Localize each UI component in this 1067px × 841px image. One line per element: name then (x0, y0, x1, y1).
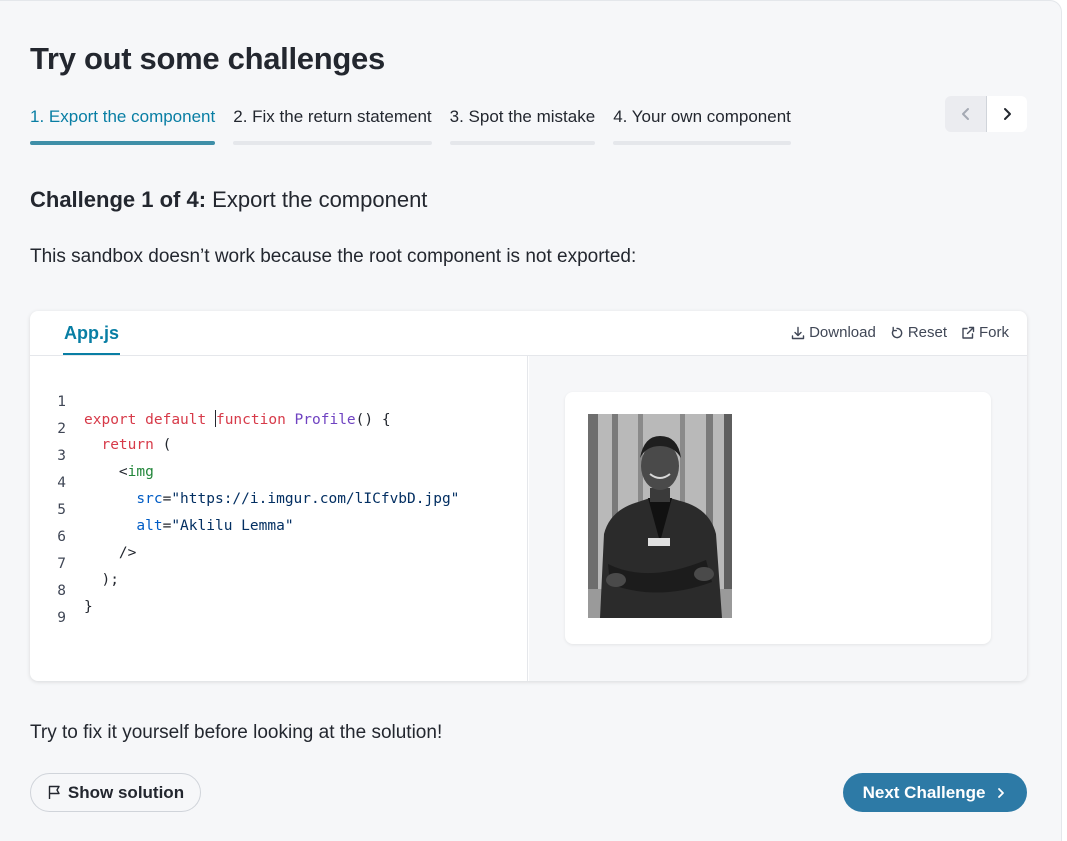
hint-text: Try to fix it yourself before looking at… (30, 722, 443, 743)
challenge-heading: Challenge 1 of 4: Export the component (30, 187, 427, 213)
reset-icon (891, 326, 903, 338)
page-title: Try out some challenges (30, 41, 385, 76)
sandbox-actions: Download Reset Fork (791, 324, 1009, 341)
tab-indicator (613, 141, 791, 145)
next-challenge-button[interactable]: Next Challenge (843, 773, 1027, 812)
download-icon (791, 326, 805, 339)
file-tab-indicator (63, 353, 121, 355)
download-button[interactable]: Download (791, 324, 876, 341)
fork-button[interactable]: Fork (961, 324, 1009, 341)
next-challenge-arrow-button[interactable] (986, 96, 1027, 132)
challenge-name: Export the component (212, 187, 428, 212)
code-line: 1 export default function Profile() { (30, 378, 390, 428)
challenges-card: Try out some challenges 1. Export the co… (0, 0, 1062, 841)
line-number: 9 (57, 610, 66, 626)
code-line: 9 (30, 594, 100, 626)
chevron-right-icon (998, 787, 1005, 798)
tab-fix-return[interactable]: 2. Fix the return statement (233, 105, 432, 147)
reset-button[interactable]: Reset (890, 324, 947, 341)
challenge-tabs: 1. Export the component 2. Fix the retur… (30, 105, 791, 147)
code-line: 2 return ( (30, 405, 171, 453)
tab-indicator (449, 141, 596, 145)
file-tab-app-js[interactable]: App.js (63, 323, 121, 355)
reset-label: Reset (907, 324, 947, 341)
code-line: 5 alt="Aklilu Lemma" (30, 486, 293, 534)
chevron-right-icon (1004, 108, 1011, 120)
tab-indicator (233, 141, 432, 145)
tab-export-component[interactable]: 1. Export the component (30, 105, 216, 147)
file-tab-label: App.js (64, 323, 120, 343)
code-line: 8 } (30, 567, 100, 615)
fork-label: Fork (979, 324, 1009, 341)
show-solution-label: Show solution (67, 782, 185, 802)
preview-pane (529, 356, 1027, 681)
flag-icon (48, 785, 60, 799)
tab-indicator (30, 141, 216, 145)
code-line: 6 /> (30, 513, 136, 561)
code-line: 3 <img (30, 432, 154, 480)
code-editor[interactable]: 1 export default function Profile() { 2 … (30, 356, 528, 681)
tab-label: 4. Your own component (613, 107, 791, 126)
preview-frame (565, 392, 991, 644)
next-challenge-label: Next Challenge (862, 782, 986, 802)
sandbox-header: App.js Download Reset Fork (30, 311, 1027, 356)
challenge-counter: Challenge 1 of 4: (30, 187, 207, 212)
external-link-icon (962, 326, 975, 339)
tab-label: 3. Spot the mistake (449, 107, 596, 126)
show-solution-button[interactable]: Show solution (30, 773, 201, 812)
challenge-description: This sandbox doesn’t work because the ro… (30, 246, 637, 267)
challenge-pager (945, 96, 1027, 132)
tab-label: 1. Export the component (30, 107, 216, 126)
chevron-left-icon (961, 108, 969, 120)
download-label: Download (809, 324, 876, 341)
code-sandbox: App.js Download Reset Fork 1 export defa… (30, 311, 1027, 681)
tab-label: 2. Fix the return statement (233, 107, 432, 126)
profile-photo (588, 414, 732, 618)
tab-spot-mistake[interactable]: 3. Spot the mistake (449, 105, 596, 147)
code-line: 4 src="https://i.imgur.com/lICfvbD.jpg" (30, 459, 459, 507)
tab-own-component[interactable]: 4. Your own component (613, 105, 791, 147)
previous-challenge-button[interactable] (945, 96, 986, 132)
code-line: 7 ); (30, 540, 119, 588)
